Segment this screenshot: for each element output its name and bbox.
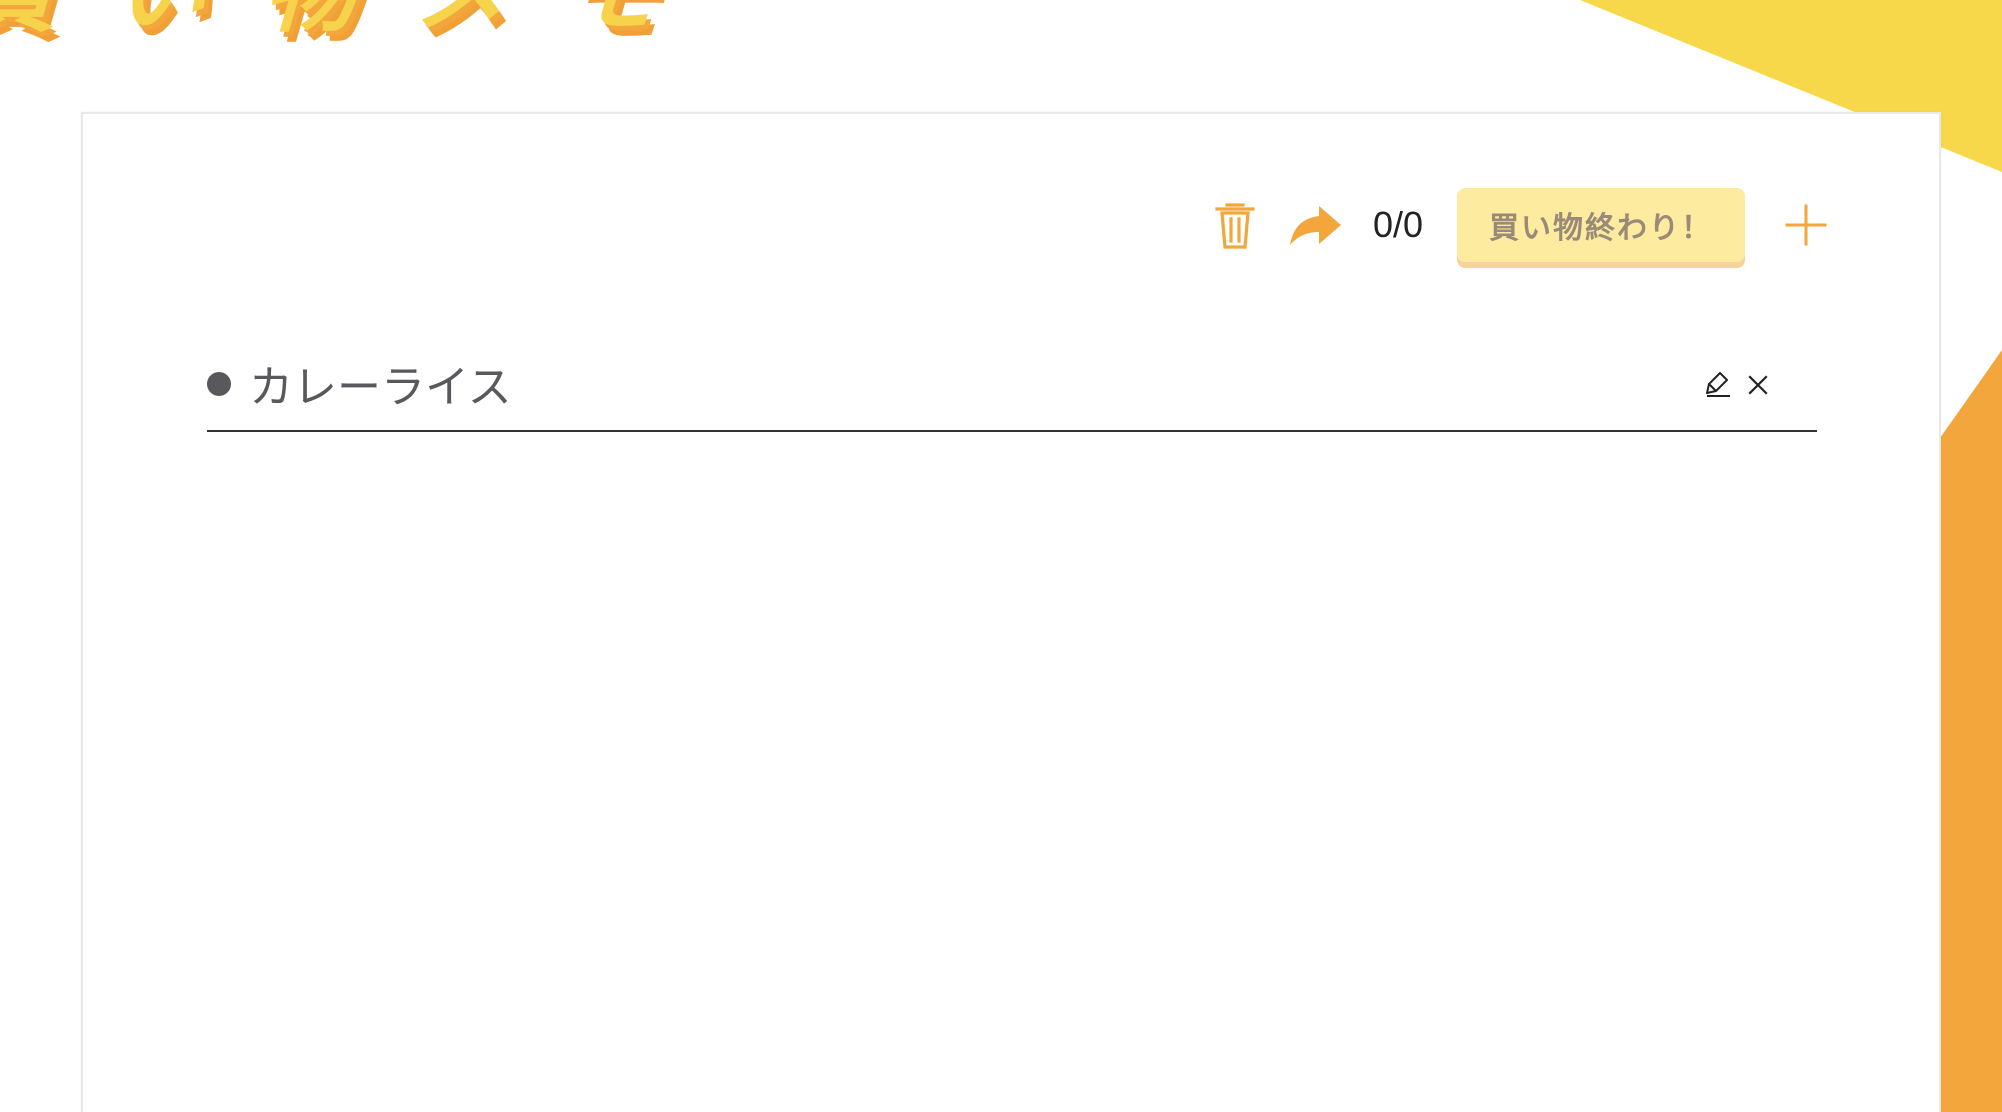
list-item[interactable]: カレーライス (207, 344, 1817, 432)
list-toolbar: 0/0 買い物終わり！ (1211, 182, 1829, 268)
share-icon[interactable] (1287, 201, 1343, 249)
app-title-art: 買い物メモ (0, 0, 737, 45)
shopping-item-list: カレーライス (207, 344, 1817, 432)
item-bullet-icon (207, 372, 231, 396)
item-actions (1699, 368, 1775, 402)
shopping-list-card: 0/0 買い物終わり！ カレーライス (81, 112, 1941, 1112)
checked-item-count: 0/0 (1372, 204, 1423, 245)
pencil-icon[interactable] (1699, 368, 1733, 402)
item-label: カレーライス (249, 362, 512, 413)
plus-icon[interactable] (1783, 202, 1829, 248)
app-screen: 買い物メモ 0/0 買い物終わり！ (0, 0, 2002, 1112)
trash-icon[interactable] (1211, 199, 1259, 251)
close-icon[interactable] (1741, 368, 1775, 402)
finish-shopping-button[interactable]: 買い物終わり！ (1457, 188, 1745, 262)
